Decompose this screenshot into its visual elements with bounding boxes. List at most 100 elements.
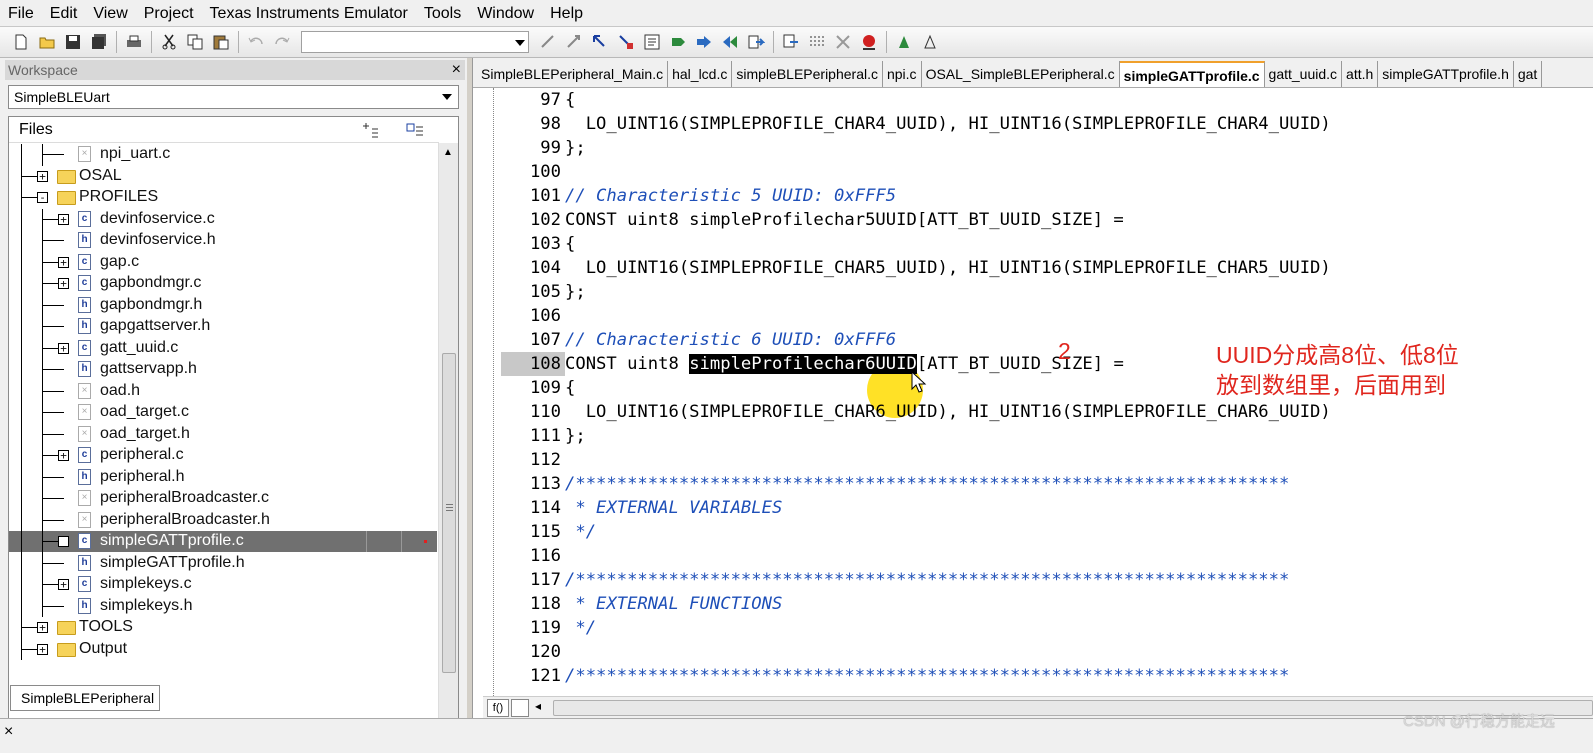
- code-line[interactable]: 114 * EXTERNAL VARIABLES: [501, 496, 1593, 520]
- tree-item[interactable]: + c gatt_uuid.c: [9, 337, 437, 359]
- code-line[interactable]: 118 * EXTERNAL FUNCTIONS: [501, 592, 1593, 616]
- expand-icon[interactable]: +: [58, 213, 69, 225]
- tree-item[interactable]: + OSAL: [9, 165, 437, 187]
- tree-item[interactable]: h gattservapp.h: [9, 359, 437, 381]
- cut-icon[interactable]: [158, 31, 180, 53]
- code-line[interactable]: 98 LO_UINT16(SIMPLEPROFILE_CHAR4_UUID), …: [501, 112, 1593, 136]
- code-line[interactable]: 110 LO_UINT16(SIMPLEPROFILE_CHAR6_UUID),…: [501, 400, 1593, 424]
- chevron-down-icon[interactable]: [515, 40, 525, 46]
- expand-icon[interactable]: +: [58, 256, 69, 268]
- tree-item[interactable]: + Output: [9, 638, 437, 660]
- tree-item[interactable]: + TOOLS: [9, 617, 437, 639]
- tree-item[interactable]: × peripheralBroadcaster.h: [9, 509, 437, 531]
- scroll-left-icon[interactable]: ◂: [535, 699, 541, 713]
- debug-without-download-icon[interactable]: [919, 31, 941, 53]
- editor-tab[interactable]: gatt_uuid.c: [1265, 61, 1343, 87]
- collapse-icon[interactable]: -: [37, 192, 48, 203]
- download-debug-icon[interactable]: [893, 31, 915, 53]
- save-all-icon[interactable]: [88, 31, 110, 53]
- code-line[interactable]: 121/************************************…: [501, 664, 1593, 688]
- tree-item[interactable]: h gapbondmgr.h: [9, 294, 437, 316]
- bookmark-next-icon[interactable]: [563, 31, 585, 53]
- workspace-config-select[interactable]: SimpleBLEUart: [8, 85, 459, 109]
- expand-icon[interactable]: +: [58, 342, 69, 354]
- tree-item[interactable]: + c simpleGATTprofile.c: [9, 531, 437, 553]
- tree-item[interactable]: × oad_target.h: [9, 423, 437, 445]
- code-line[interactable]: 112: [501, 448, 1593, 472]
- tree-item[interactable]: + c simplekeys.c: [9, 574, 437, 596]
- menu-item-tools[interactable]: Tools: [416, 0, 469, 27]
- code-line[interactable]: 105};: [501, 280, 1593, 304]
- tree-item[interactable]: + c peripheral.c: [9, 445, 437, 467]
- split-button[interactable]: [511, 699, 529, 717]
- copy-icon[interactable]: [184, 31, 206, 53]
- menu-item-view[interactable]: View: [85, 0, 135, 27]
- toggle-breakpoint-icon[interactable]: [858, 31, 880, 53]
- find-combo[interactable]: [301, 31, 529, 53]
- redo-icon[interactable]: [271, 31, 293, 53]
- editor-tab[interactable]: simpleGATTprofile.h: [1378, 61, 1514, 87]
- editor-tab[interactable]: npi.c: [883, 61, 922, 87]
- close-icon[interactable]: ×: [4, 723, 13, 741]
- menu-item-help[interactable]: Help: [542, 0, 591, 27]
- editor-gutter[interactable]: [473, 88, 501, 696]
- code-line[interactable]: 106: [501, 304, 1593, 328]
- tree-item[interactable]: + c gap.c: [9, 251, 437, 273]
- code-line[interactable]: 100: [501, 160, 1593, 184]
- menu-item-texas-instruments-emulator[interactable]: Texas Instruments Emulator: [202, 0, 416, 27]
- tree-item[interactable]: + c gapbondmgr.c: [9, 273, 437, 295]
- column-layout-icon[interactable]: [405, 121, 425, 139]
- editor-tab[interactable]: hal_lcd.c: [668, 61, 733, 87]
- make-icon[interactable]: [667, 31, 689, 53]
- code-line[interactable]: 120: [501, 640, 1593, 664]
- tree-item[interactable]: h gapgattserver.h: [9, 316, 437, 338]
- code-line[interactable]: 102 CONST uint8 simpleProfilechar5UUID[AT…: [501, 208, 1593, 232]
- find-in-files-icon[interactable]: [615, 31, 637, 53]
- rebuild-icon[interactable]: [719, 31, 741, 53]
- tree-item[interactable]: - PROFILES: [9, 187, 437, 209]
- tree-item[interactable]: × oad.h: [9, 380, 437, 402]
- function-list-button[interactable]: f(): [487, 699, 509, 717]
- editor-tab[interactable]: simpleBLEPeripheral.c: [732, 61, 883, 87]
- expand-icon[interactable]: +: [58, 579, 69, 590]
- menu-item-edit[interactable]: Edit: [42, 0, 86, 27]
- find-icon[interactable]: [589, 31, 611, 53]
- code-line[interactable]: 115 */: [501, 520, 1593, 544]
- files-scrollbar[interactable]: ▲ ▼: [438, 143, 458, 735]
- editor-tab[interactable]: gat: [1514, 61, 1543, 87]
- undo-icon[interactable]: [245, 31, 267, 53]
- expand-icon[interactable]: +: [37, 170, 48, 182]
- menu-item-project[interactable]: Project: [136, 0, 202, 27]
- save-icon[interactable]: [62, 31, 84, 53]
- print-icon[interactable]: [123, 31, 145, 53]
- workspace-tab[interactable]: SimpleBLEPeripheral: [10, 685, 160, 711]
- expand-icon[interactable]: +: [37, 622, 48, 633]
- code-line[interactable]: 111};: [501, 424, 1593, 448]
- chevron-down-icon[interactable]: [442, 94, 452, 100]
- tree-item[interactable]: × peripheralBroadcaster.c: [9, 488, 437, 510]
- clear-breakpoints-icon[interactable]: [832, 31, 854, 53]
- expand-icon[interactable]: +: [58, 536, 69, 547]
- go-to-icon[interactable]: [641, 31, 663, 53]
- tree-item[interactable]: h simplekeys.h: [9, 595, 437, 617]
- scrollbar-thumb[interactable]: [442, 353, 456, 673]
- code-line[interactable]: 97{: [501, 88, 1593, 112]
- menu-item-window[interactable]: Window: [469, 0, 542, 27]
- download-icon[interactable]: [745, 31, 767, 53]
- paste-icon[interactable]: [210, 31, 232, 53]
- column-options-icon[interactable]: [361, 121, 381, 139]
- new-file-icon[interactable]: [10, 31, 32, 53]
- code-line[interactable]: 116: [501, 544, 1593, 568]
- bookmark-toggle-icon[interactable]: [537, 31, 559, 53]
- code-line[interactable]: 103{: [501, 232, 1593, 256]
- editor-tab[interactable]: simpleGATTprofile.c: [1119, 61, 1265, 87]
- tree-item[interactable]: h devinfoservice.h: [9, 230, 437, 252]
- tree-item[interactable]: + c devinfoservice.c: [9, 208, 437, 230]
- open-folder-icon[interactable]: [36, 31, 58, 53]
- editor-tab[interactable]: att.h: [1342, 61, 1379, 87]
- close-icon[interactable]: ×: [452, 60, 461, 80]
- editor-tab[interactable]: OSAL_SimpleBLEPeripheral.c: [922, 61, 1120, 87]
- code-line[interactable]: 119 */: [501, 616, 1593, 640]
- debug-options-icon[interactable]: [780, 31, 802, 53]
- tree-item[interactable]: × npi_uart.c: [9, 144, 437, 166]
